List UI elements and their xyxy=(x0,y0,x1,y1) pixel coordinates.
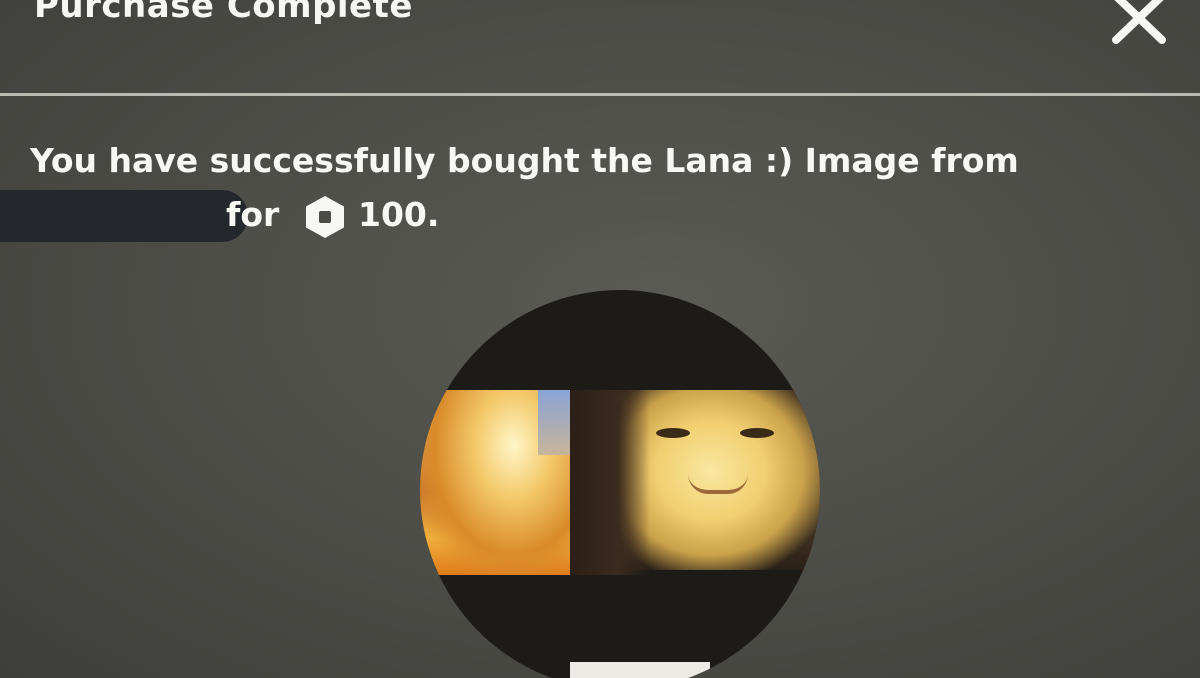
header-divider xyxy=(0,93,1200,96)
message-line-2: for 100. xyxy=(0,188,1170,242)
thumbnail-eye-right xyxy=(740,428,774,438)
dialog-title: Purchase Complete xyxy=(34,0,413,26)
purchase-complete-dialog: Purchase Complete You have successfully … xyxy=(0,0,1200,678)
purchased-image-thumbnail xyxy=(420,290,820,678)
price-amount: 100. xyxy=(358,195,440,234)
close-icon xyxy=(1112,0,1166,44)
robux-icon xyxy=(306,196,344,238)
thumbnail-eye-left xyxy=(656,428,690,438)
thumbnail-bottom-highlight xyxy=(570,662,710,678)
dialog-header: Purchase Complete xyxy=(0,0,1200,94)
close-button[interactable] xyxy=(1106,0,1172,48)
thumbnail-hair xyxy=(570,390,650,575)
message-line-1: You have successfully bought the Lana :)… xyxy=(30,141,1019,180)
redacted-seller-name xyxy=(0,190,248,242)
message-for-label: for xyxy=(226,195,280,234)
purchase-message: You have successfully bought the Lana :)… xyxy=(0,134,1170,242)
